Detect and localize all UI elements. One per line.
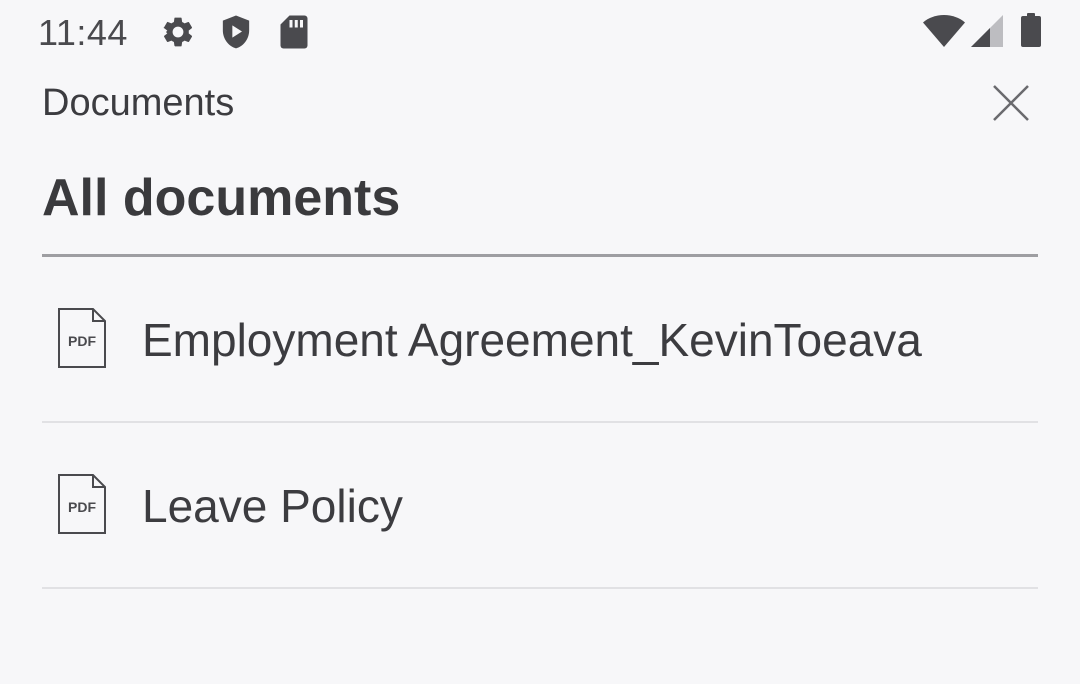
document-row[interactable]: PDF Leave Policy xyxy=(42,423,1038,589)
status-time: 11:44 xyxy=(38,12,128,53)
close-icon xyxy=(993,85,1029,121)
wifi-icon xyxy=(923,15,965,47)
document-name: Employment Agreement_KevinToeava xyxy=(142,314,922,366)
shield-play-icon xyxy=(222,15,250,49)
battery-icon xyxy=(1021,13,1041,47)
status-bar: 11:44 xyxy=(0,0,1080,64)
close-button[interactable] xyxy=(982,74,1040,132)
document-list: PDF Employment Agreement_KevinToeava PDF… xyxy=(42,257,1038,589)
document-row[interactable]: PDF Employment Agreement_KevinToeava xyxy=(42,257,1038,423)
page-title: Documents xyxy=(42,82,235,124)
pdf-file-icon: PDF xyxy=(58,308,106,368)
sd-card-icon xyxy=(280,15,308,49)
document-name: Leave Policy xyxy=(142,480,403,532)
section-title: All documents xyxy=(42,169,401,227)
gear-icon xyxy=(163,17,193,47)
pdf-icon-label: PDF xyxy=(68,333,96,349)
cell-signal-icon xyxy=(971,15,1003,47)
pdf-icon-label: PDF xyxy=(68,499,96,515)
pdf-file-icon: PDF xyxy=(58,474,106,534)
